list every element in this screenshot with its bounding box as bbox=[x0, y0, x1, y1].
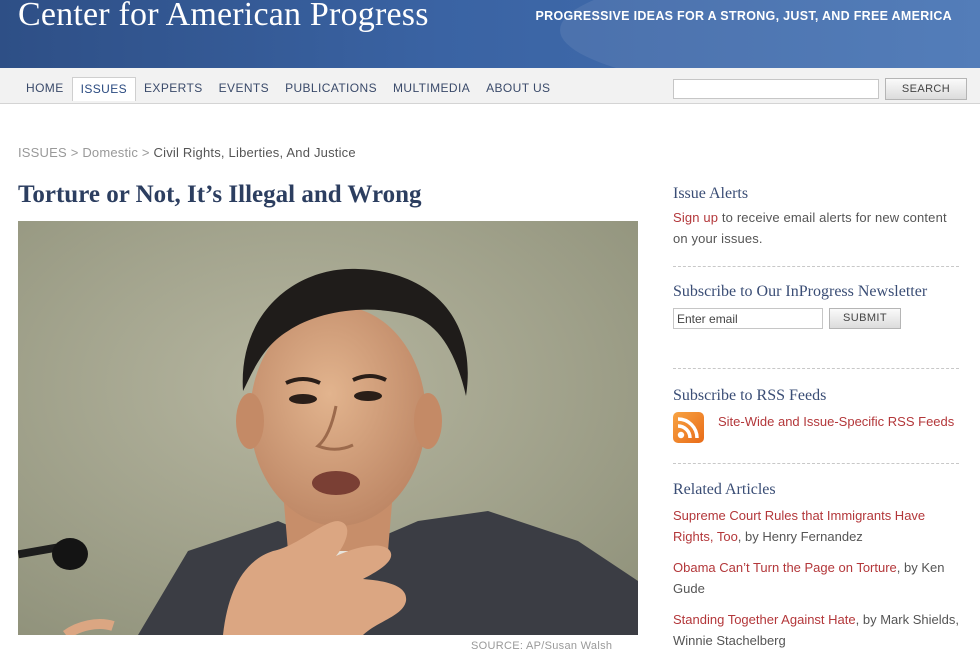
nav-list: HOME ISSUES EXPERTS EVENTS PUBLICATIONS … bbox=[18, 77, 558, 101]
site-logo-title[interactable]: Center for American Progress bbox=[18, 0, 429, 34]
nav-events[interactable]: EVENTS bbox=[211, 77, 277, 101]
issue-alerts-text: Sign up to receive email alerts for new … bbox=[673, 207, 959, 249]
main-nav: HOME ISSUES EXPERTS EVENTS PUBLICATIONS … bbox=[0, 68, 980, 104]
sidebar-divider bbox=[673, 463, 959, 464]
email-field[interactable] bbox=[673, 308, 823, 329]
breadcrumb-separator: > bbox=[141, 145, 150, 160]
photo-credit: SOURCE: AP/Susan Walsh bbox=[471, 640, 613, 652]
breadcrumb-issues[interactable]: ISSUES bbox=[18, 145, 67, 160]
sidebar-divider bbox=[673, 368, 959, 369]
breadcrumb-current[interactable]: Civil Rights, Liberties, And Justice bbox=[154, 145, 356, 160]
rss-block: Subscribe to RSS Feeds Site-Wide and Iss… bbox=[673, 385, 959, 452]
nav-publications[interactable]: PUBLICATIONS bbox=[277, 77, 385, 101]
nav-home[interactable]: HOME bbox=[18, 77, 72, 101]
related-article: Supreme Court Rules that Immigrants Have… bbox=[673, 505, 959, 547]
article-photo bbox=[18, 221, 638, 635]
search-input[interactable] bbox=[673, 79, 879, 99]
rss-row: Site-Wide and Issue-Specific RSS Feeds bbox=[673, 412, 959, 452]
rss-feeds-link[interactable]: Site-Wide and Issue-Specific RSS Feeds bbox=[718, 412, 958, 432]
article-title: Torture or Not, It’s Illegal and Wrong bbox=[18, 181, 422, 208]
related-article-link[interactable]: Obama Can’t Turn the Page on Torture bbox=[673, 560, 897, 575]
newsletter-block: Subscribe to Our InProgress Newsletter S… bbox=[673, 281, 959, 330]
site-header: Center for American Progress PROGRESSIVE… bbox=[0, 0, 980, 68]
site-tagline: PROGRESSIVE IDEAS FOR A STRONG, JUST, AN… bbox=[535, 9, 952, 23]
related-articles-heading: Related Articles bbox=[673, 481, 776, 498]
breadcrumb: ISSUES > Domestic > Civil Rights, Libert… bbox=[18, 145, 356, 160]
breadcrumb-domestic[interactable]: Domestic bbox=[82, 145, 138, 160]
newsletter-form: SUBMIT bbox=[673, 308, 959, 330]
rss-icon[interactable] bbox=[673, 412, 704, 443]
nav-multimedia[interactable]: MULTIMEDIA bbox=[385, 77, 478, 101]
related-articles-block: Related Articles Supreme Court Rules tha… bbox=[673, 479, 959, 651]
issue-alerts-block: Issue Alerts Sign up to receive email al… bbox=[673, 183, 959, 249]
sidebar-divider bbox=[673, 266, 959, 267]
nav-experts[interactable]: EXPERTS bbox=[136, 77, 211, 101]
issue-alerts-heading: Issue Alerts bbox=[673, 185, 749, 202]
related-article-byline: , by Henry Fernandez bbox=[737, 529, 863, 544]
submit-button[interactable]: SUBMIT bbox=[829, 308, 901, 329]
related-article: Obama Can’t Turn the Page on Torture, by… bbox=[673, 557, 959, 599]
nav-issues[interactable]: ISSUES bbox=[71, 77, 137, 101]
breadcrumb-separator: > bbox=[70, 145, 79, 160]
newsletter-heading: Subscribe to Our InProgress Newsletter bbox=[673, 283, 928, 300]
search-button[interactable]: SEARCH bbox=[885, 78, 967, 100]
rss-heading: Subscribe to RSS Feeds bbox=[673, 387, 827, 404]
related-article-link[interactable]: Standing Together Against Hate bbox=[673, 612, 856, 627]
nav-about-us[interactable]: ABOUT US bbox=[478, 77, 558, 101]
related-article: Standing Together Against Hate, by Mark … bbox=[673, 609, 959, 651]
sign-up-link[interactable]: Sign up bbox=[673, 210, 718, 225]
